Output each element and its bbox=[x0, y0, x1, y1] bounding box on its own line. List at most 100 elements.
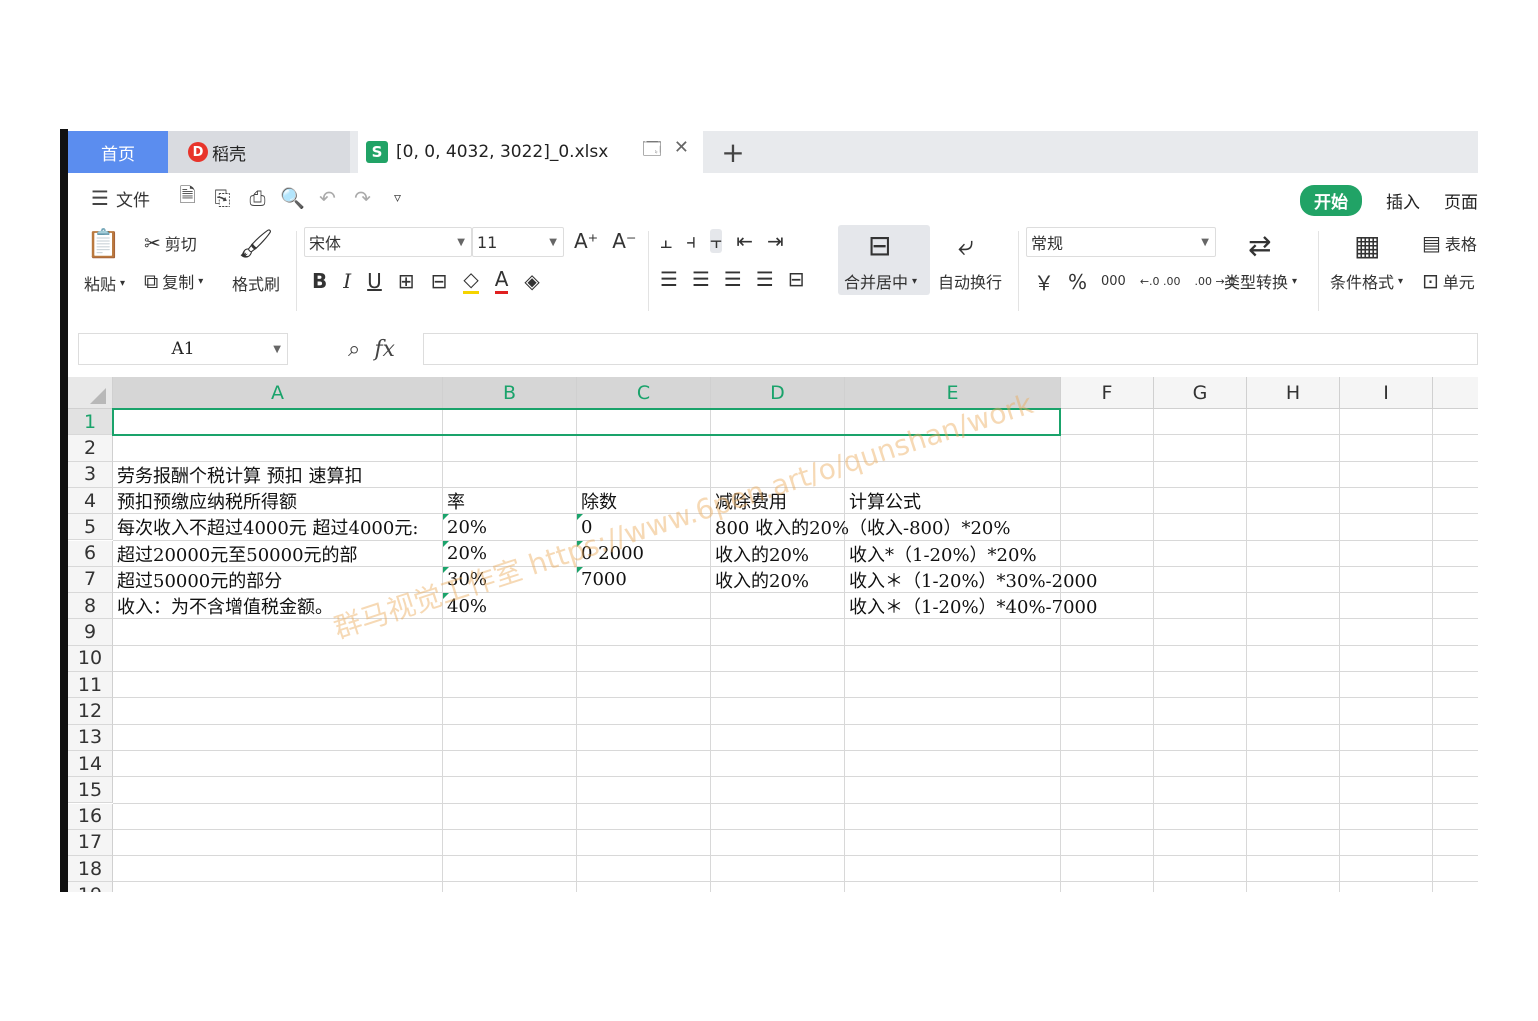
cut-button[interactable]: ✂ 剪切 bbox=[144, 231, 197, 255]
cell-b7[interactable]: 30% bbox=[443, 567, 577, 593]
row-header-2[interactable]: 2 bbox=[68, 435, 113, 462]
cell-c6[interactable]: 0 2000 bbox=[577, 541, 711, 567]
currency-icon[interactable]: ￥ bbox=[1034, 267, 1054, 296]
cell-style-icon[interactable]: ⊟ bbox=[431, 269, 448, 293]
row-header-17[interactable]: 17 bbox=[68, 829, 113, 857]
row-header-13[interactable]: 13 bbox=[68, 724, 113, 751]
tab-home[interactable]: 首页 bbox=[68, 131, 168, 173]
cell-e5[interactable]: （收入-800）*20% bbox=[845, 514, 1061, 540]
fx-icon[interactable]: fx bbox=[374, 337, 395, 362]
clear-format-icon[interactable]: ◈ bbox=[524, 269, 539, 293]
font-name-select[interactable]: 宋体 ▼ bbox=[304, 227, 472, 257]
cell-e7[interactable]: 收入＊（1-20%）*30%-2000 bbox=[845, 567, 1097, 593]
row-header-9[interactable]: 9 bbox=[68, 619, 113, 646]
cell-e8[interactable]: 收入＊（1-20%）*40%-7000 bbox=[845, 593, 1097, 619]
row-header-8[interactable]: 8 bbox=[68, 593, 113, 620]
cell-d5[interactable]: 800 收入的20% bbox=[711, 514, 849, 540]
cell-button[interactable]: ⊡ 单元 bbox=[1422, 269, 1475, 293]
cell-a3[interactable]: 劳务报酬个税计算 预扣 速算扣 bbox=[113, 462, 443, 488]
name-box[interactable]: A1 ▼ bbox=[78, 333, 288, 365]
italic-icon[interactable]: I bbox=[343, 269, 351, 293]
cell-b5[interactable]: 20% bbox=[443, 514, 577, 540]
sheet-grid[interactable]: ABCDEFGHI12345678910111213141516171819劳务… bbox=[68, 377, 1478, 892]
row-header-7[interactable]: 7 bbox=[68, 566, 113, 594]
file-menu-button[interactable]: ☰ 文件 bbox=[88, 186, 150, 211]
borders-icon[interactable]: ⊞ bbox=[398, 269, 415, 293]
cell-c7[interactable]: 7000 bbox=[577, 567, 711, 593]
conditional-format-button[interactable]: 条件格式 ▾ bbox=[1330, 269, 1403, 293]
wrap-text-icon-wrap[interactable]: ⤶ bbox=[958, 229, 974, 263]
row-header-11[interactable]: 11 bbox=[68, 672, 113, 699]
cell-e4[interactable]: 计算公式 bbox=[845, 488, 1061, 514]
row-header-1[interactable]: 1 bbox=[68, 409, 113, 436]
row-header-18[interactable]: 18 bbox=[68, 856, 113, 883]
cell-a4[interactable]: 预扣预缴应纳税所得额 bbox=[113, 488, 443, 514]
wrap-text-button[interactable]: 自动换行 bbox=[938, 269, 1002, 293]
column-header-d[interactable]: D bbox=[711, 377, 845, 409]
close-tab-icon[interactable]: ✕ bbox=[674, 137, 689, 167]
row-header-14[interactable]: 14 bbox=[68, 750, 113, 778]
save-icon[interactable]: 🗎 bbox=[170, 181, 205, 215]
column-header-e[interactable]: E bbox=[845, 377, 1061, 409]
decrease-font-icon[interactable]: A⁻ bbox=[612, 229, 636, 253]
conditional-format-icon-wrap[interactable]: ▦ bbox=[1354, 229, 1380, 262]
cell-b6[interactable]: 20% bbox=[443, 541, 577, 567]
align-top-icon[interactable]: ⫠ bbox=[660, 229, 672, 253]
row-header-4[interactable]: 4 bbox=[68, 487, 113, 515]
cell-a8[interactable]: 收入：为不含增值税金额。 bbox=[113, 593, 443, 619]
justify-icon[interactable]: ☰ bbox=[756, 267, 774, 291]
row-header-15[interactable]: 15 bbox=[68, 777, 113, 804]
cell-d6[interactable]: 收入的20% bbox=[711, 541, 845, 567]
cell-c5[interactable]: 0 bbox=[577, 514, 711, 540]
percent-icon[interactable]: % bbox=[1068, 270, 1087, 294]
column-header-b[interactable]: B bbox=[443, 377, 577, 409]
cell-a7[interactable]: 超过50000元的部分 bbox=[113, 567, 443, 593]
increase-decimal-icon[interactable]: ←.0 .00 bbox=[1140, 275, 1181, 288]
print-icon[interactable]: ⎙ bbox=[240, 186, 275, 210]
format-painter-button[interactable]: 格式刷 bbox=[232, 271, 280, 295]
ribbon-tab-page[interactable]: 页面 bbox=[1444, 188, 1478, 213]
new-tab-button[interactable]: + bbox=[713, 131, 753, 173]
column-header-i[interactable]: I bbox=[1340, 377, 1433, 409]
align-right-icon[interactable]: ☰ bbox=[724, 267, 742, 291]
cell-b4[interactable]: 率 bbox=[443, 488, 577, 514]
cell-a6[interactable]: 超过20000元至50000元的部 bbox=[113, 541, 443, 567]
type-convert-button[interactable]: 类型转换 ▾ bbox=[1224, 269, 1297, 293]
undo-icon[interactable]: ↶ bbox=[310, 186, 345, 210]
underline-icon[interactable]: U bbox=[367, 269, 382, 293]
align-center-icon[interactable]: ☰ bbox=[692, 267, 710, 291]
increase-font-icon[interactable]: A⁺ bbox=[574, 229, 598, 253]
merge-center-icon-wrap[interactable]: ⊟ bbox=[868, 229, 891, 262]
table-style-button[interactable]: ▤ 表格 bbox=[1422, 231, 1477, 255]
row-header-6[interactable]: 6 bbox=[68, 540, 113, 567]
select-all-corner[interactable] bbox=[68, 377, 113, 409]
align-middle-icon[interactable]: ⫞ bbox=[686, 229, 696, 253]
column-header-h[interactable]: H bbox=[1247, 377, 1340, 409]
fill-color-icon[interactable]: ◇ bbox=[463, 267, 479, 294]
tab-file[interactable]: S [0, 0, 4032, 3022]_0.xlsx 🗔 ✕ bbox=[358, 131, 703, 173]
paste-button[interactable]: 粘贴 ▾ bbox=[84, 271, 125, 295]
ribbon-tab-insert[interactable]: 插入 bbox=[1386, 188, 1420, 213]
formula-input[interactable] bbox=[423, 333, 1478, 365]
number-format-select[interactable]: 常规 ▼ bbox=[1026, 227, 1216, 257]
row-header-19[interactable]: 19 bbox=[68, 882, 113, 892]
row-header-5[interactable]: 5 bbox=[68, 514, 113, 541]
distributed-align-icon[interactable]: ⊟ bbox=[788, 267, 805, 291]
row-header-10[interactable]: 10 bbox=[68, 645, 113, 672]
column-header-f[interactable]: F bbox=[1061, 377, 1154, 409]
cell-e6[interactable]: 收入*（1-20%）*20% bbox=[845, 541, 1061, 567]
format-painter-icon-wrap[interactable]: 🖌 bbox=[238, 227, 274, 260]
export-pdf-icon[interactable]: ⎘ bbox=[205, 186, 240, 210]
column-header-c[interactable]: C bbox=[577, 377, 711, 409]
paste-icon-wrap[interactable]: 📋 bbox=[86, 227, 121, 260]
row-header-12[interactable]: 12 bbox=[68, 698, 113, 725]
cell-a5[interactable]: 每次收入不超过4000元 超过4000元: bbox=[113, 514, 443, 540]
tab-daoke[interactable]: D 稻壳 bbox=[168, 131, 350, 173]
row-header-16[interactable]: 16 bbox=[68, 803, 113, 830]
bold-icon[interactable]: B bbox=[312, 269, 327, 293]
increase-indent-icon[interactable]: ⇥ bbox=[767, 229, 784, 253]
row-header-3[interactable]: 3 bbox=[68, 461, 113, 488]
ribbon-tab-start[interactable]: 开始 bbox=[1300, 185, 1362, 216]
decrease-indent-icon[interactable]: ⇤ bbox=[736, 229, 753, 253]
zoom-search-icon[interactable]: ⌕ bbox=[348, 337, 360, 362]
